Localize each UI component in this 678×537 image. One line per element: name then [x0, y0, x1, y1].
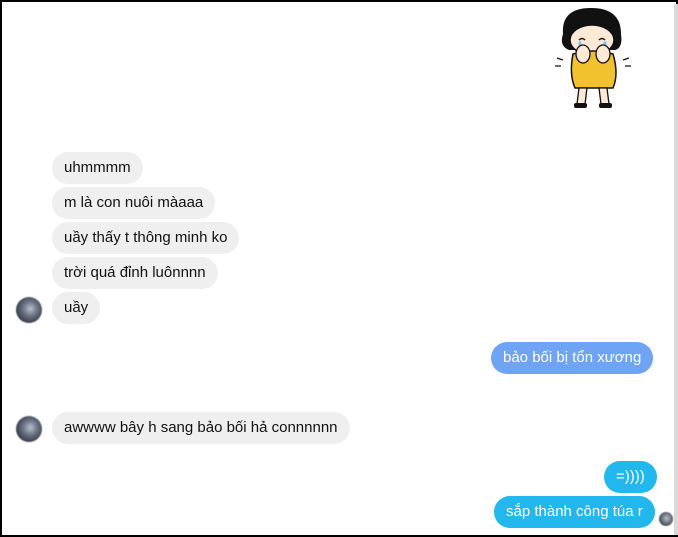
chat-window: uhmmmm m là con nuôi màaaa uầy thấy t th… — [0, 0, 678, 537]
message-outgoing[interactable]: =)))) — [604, 461, 657, 493]
message-incoming[interactable]: uầy thấy t thông minh ko — [52, 222, 240, 254]
crying-girl-sticker-icon — [555, 8, 631, 108]
contact-avatar[interactable] — [16, 416, 42, 442]
message-incoming[interactable]: awwww bây h sang bảo bối hả connnnnn — [52, 412, 350, 444]
contact-avatar[interactable] — [16, 297, 42, 323]
message-outgoing[interactable]: bảo bối bị tổn xương — [491, 342, 654, 374]
message-incoming[interactable]: uhmmmm — [52, 152, 143, 184]
message-incoming[interactable]: m là con nuôi màaaa — [52, 187, 216, 219]
message-incoming[interactable]: uầy — [52, 292, 101, 324]
seen-avatar — [659, 512, 673, 526]
message-incoming[interactable]: trời quá đỉnh luônnnn — [52, 257, 218, 289]
message-outgoing[interactable]: sắp thành công túa r — [494, 496, 655, 528]
scrollbar-edge[interactable] — [674, 4, 678, 535]
